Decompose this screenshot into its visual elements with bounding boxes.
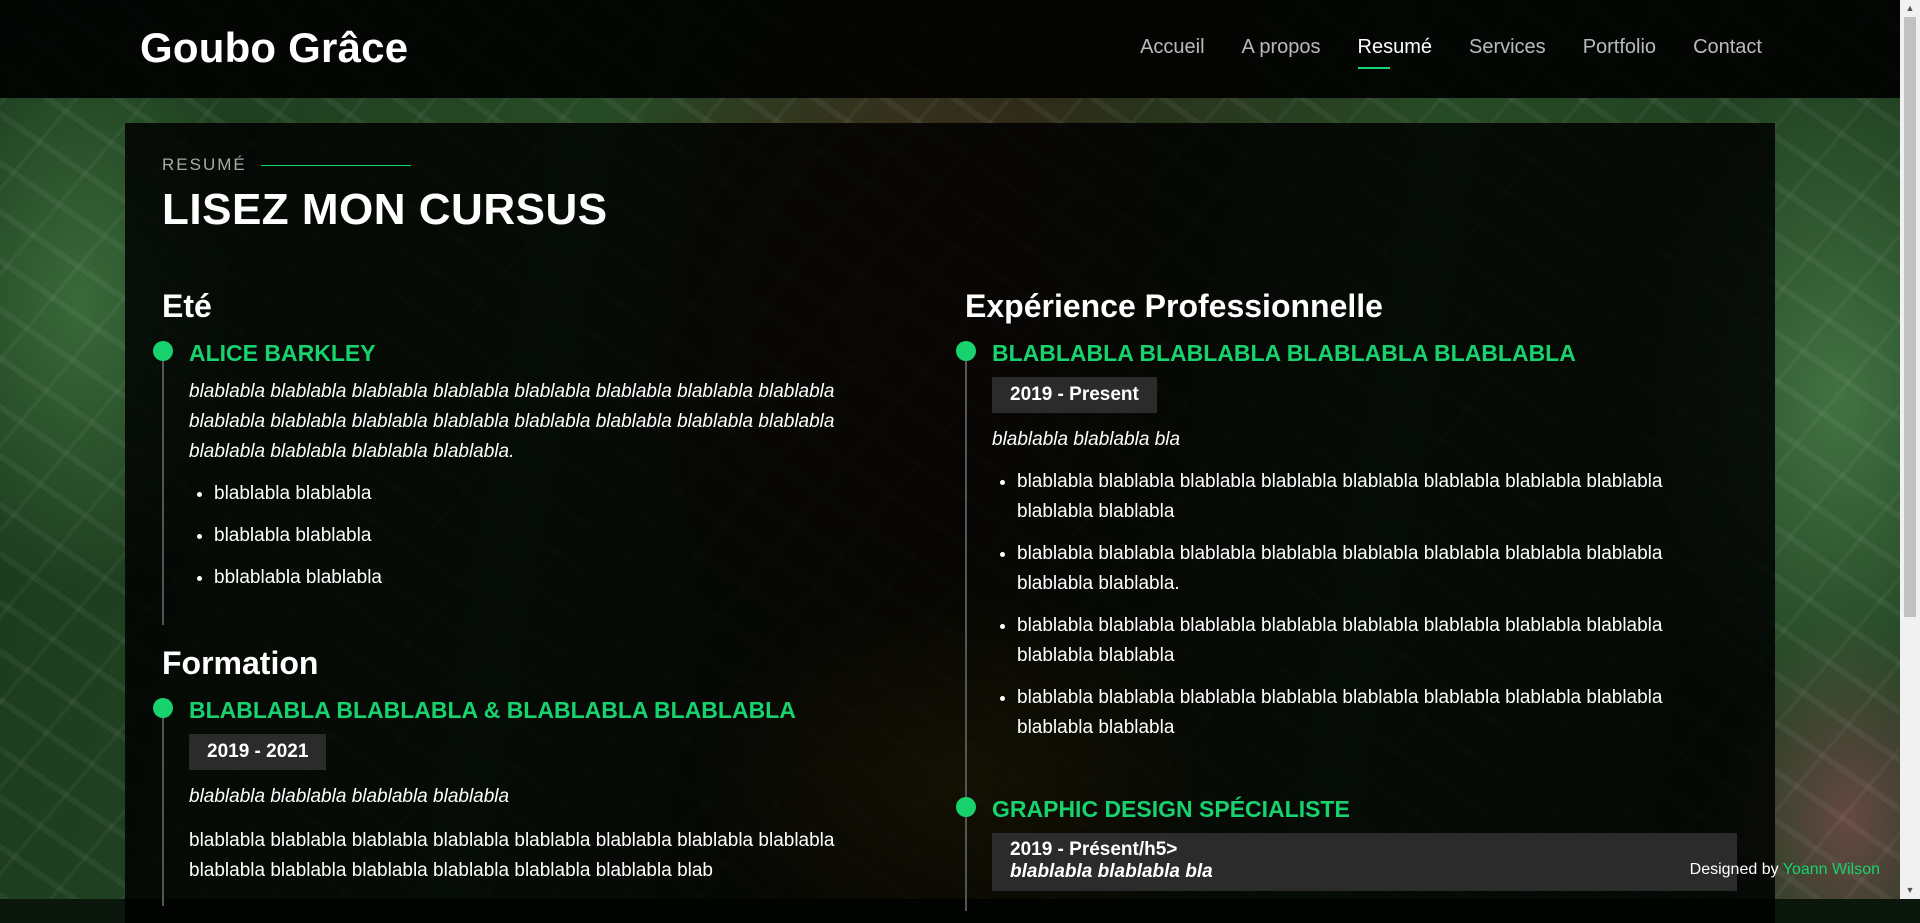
experience-item: GRAPHIC DESIGN SPÉCIALISTE 2019 - Présen… [956,796,1737,911]
list-item: blablabla blablabla blablabla blablabla … [1017,467,1735,527]
job-title: GRAPHIC DESIGN SPÉCIALISTE [992,796,1350,822]
right-column: Expérience Professionnelle BLABLABLA BLA… [956,288,1737,911]
nav-item-portfolio[interactable]: Portfolio [1583,36,1656,69]
nav-item-resume[interactable]: Resumé [1357,36,1432,69]
job-date-block: 2019 - Présent/h5> blablabla blablabla b… [992,833,1737,891]
list-item: blablabla blablabla blablabla blablabla … [1017,611,1735,671]
section-label-line [260,164,411,166]
list-item: bblablabla blablabla [214,563,907,593]
timeline-dot [956,797,976,817]
scroll-up-arrow-icon[interactable]: ▲ [1900,0,1920,17]
page-scrollbar[interactable]: ▲ ▼ [1900,0,1920,899]
job-duties-list: blablabla blablabla blablabla blablabla … [992,467,1735,743]
list-item: blablabla blablabla blablabla blablabla … [1017,539,1735,599]
timeline-dot [153,341,173,361]
designer-credit: Designed by Yoann Wilson [1690,861,1880,879]
summary-heading: Eté [162,288,212,324]
site-logo[interactable]: Goubo Grâce [140,24,408,72]
nav-item-a-propos[interactable]: A propos [1242,36,1321,69]
left-column: Eté ALICE BARKLEY blablabla blablabla bl… [153,288,907,906]
job-date-badge: 2019 - Présent/h5> [1010,839,1178,860]
credit-prefix: Designed by [1689,861,1779,878]
nav-item-contact[interactable]: Contact [1693,36,1762,69]
education-heading: Formation [162,645,319,681]
credit-author-link[interactable]: Yoann Wilson [1783,861,1880,878]
list-item: blablabla blablabla [214,479,907,509]
job-subtitle: blablabla blablabla bla [992,429,1181,450]
job-date-badge: 2019 - Present [992,377,1157,413]
education-date-badge: 2019 - 2021 [189,734,327,770]
section-label-text: RESUMÉ [162,155,247,174]
resume-panel: RESUMÉ LISEZ MON CURSUS Eté ALICE BARKLE… [125,123,1775,923]
nav-item-services[interactable]: Services [1469,36,1546,69]
list-item: blablabla blablabla blablabla blablabla … [1017,683,1735,743]
summary-list: blablabla blablabla blablabla blablabla … [189,479,907,593]
timeline-dot [153,698,173,718]
page-title: LISEZ MON CURSUS [162,185,608,234]
scrollbar-thumb[interactable] [1904,17,1916,617]
education-text: blablabla blablabla blablabla blablabla … [189,830,835,881]
education-subtitle: blablabla blablabla blablabla blablabla [189,786,510,807]
scroll-down-arrow-icon[interactable]: ▼ [1900,882,1920,899]
experience-item: BLABLABLA BLABLABLA BLABLABLA BLABLABLA … [956,340,1735,797]
job-title: BLABLABLA BLABLABLA BLABLABLA BLABLABLA [992,340,1576,366]
job-subtitle: blablabla blablabla bla [1010,861,1213,882]
list-item: blablabla blablabla [214,521,907,551]
education-item: BLABLABLA BLABLABLA & BLABLABLA BLABLABL… [153,697,907,906]
nav-item-accueil[interactable]: Accueil [1140,36,1204,69]
summary-text: blablabla blablabla blablabla blablabla … [189,381,835,462]
experience-heading: Expérience Professionnelle [965,288,1383,324]
section-label: RESUMÉ [162,155,411,175]
education-item-title: BLABLABLA BLABLABLA & BLABLABLA BLABLABL… [189,697,796,723]
site-header: Goubo Grâce Accueil A propos Resumé Serv… [0,0,1920,98]
summary-item: ALICE BARKLEY blablabla blablabla blabla… [153,340,907,625]
summary-item-title: ALICE BARKLEY [189,340,376,366]
timeline-dot [956,341,976,361]
main-nav: Accueil A propos Resumé Services Portfol… [1140,36,1762,69]
